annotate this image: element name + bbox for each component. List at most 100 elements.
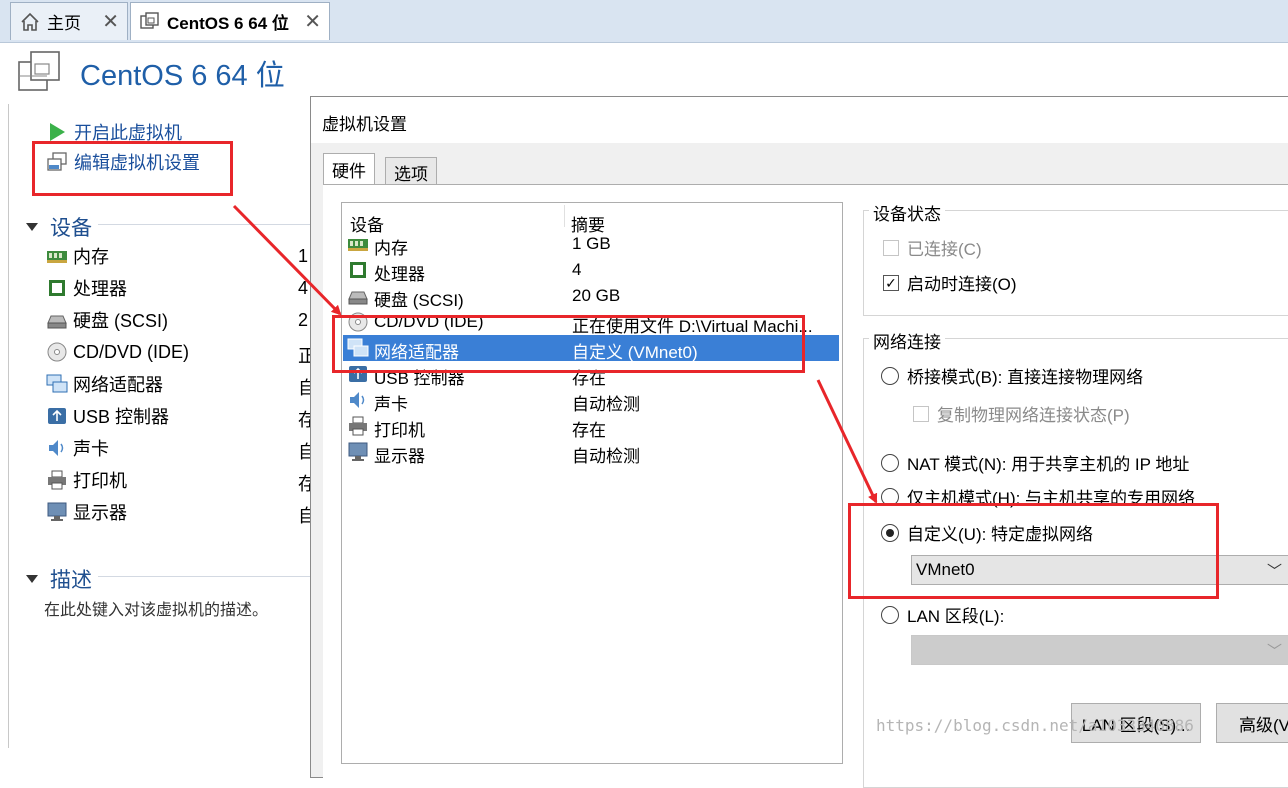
device-value: 1 xyxy=(298,246,309,266)
tab-hardware[interactable]: 硬件 xyxy=(323,153,375,185)
device-sound[interactable]: 声卡 xyxy=(46,435,109,461)
network-icon xyxy=(46,374,68,393)
vm-settings-dialog: 虚拟机设置 选项 硬件 设备 摘要 内存 1 GB 处理器 4 硬盘 (SCSI… xyxy=(310,96,1288,788)
radio-nat[interactable]: NAT 模式(N): 用于共享主机的 IP 地址 xyxy=(881,450,1189,475)
tab-options[interactable]: 选项 xyxy=(385,157,437,187)
row-summary: 存在 xyxy=(572,421,606,440)
device-value: 2 xyxy=(298,310,309,330)
cd-icon xyxy=(348,312,368,332)
tab-home[interactable]: 主页 ✕ xyxy=(10,2,128,40)
hdd-icon xyxy=(348,291,368,305)
device-cpu[interactable]: 处理器 xyxy=(46,275,127,301)
network-connection-title: 网络连接 xyxy=(869,328,945,353)
dialog-title: 虚拟机设置 xyxy=(322,115,407,134)
device-status-title: 设备状态 xyxy=(869,200,945,225)
device-list[interactable]: 设备 摘要 内存 1 GB 处理器 4 硬盘 (SCSI) 20 GB CD/D… xyxy=(341,202,843,764)
custom-network-select[interactable]: VMnet0 ﹀ xyxy=(911,555,1288,585)
device-name: 硬盘 (SCSI) xyxy=(73,311,169,331)
printer-icon xyxy=(349,416,367,436)
radio-circle xyxy=(881,487,899,506)
row-summary: 正在使用文件 D:\Virtual Machi... xyxy=(572,317,813,336)
device-network[interactable]: 网络适配器 xyxy=(46,371,163,397)
monitor-icon xyxy=(47,502,67,521)
devices-section-title: 设备 xyxy=(50,217,92,240)
device-name: USB 控制器 xyxy=(73,407,170,427)
cpu-icon xyxy=(49,280,65,296)
radio-dot xyxy=(886,528,894,537)
device-row-network[interactable]: 网络适配器 自定义 (VMnet0) xyxy=(343,335,839,362)
memory-icon xyxy=(348,239,368,251)
radio-bridged[interactable]: 桥接模式(B): 直接连接物理网络 xyxy=(881,363,1143,388)
row-name: 内存 xyxy=(374,239,408,258)
close-icon[interactable]: ✕ xyxy=(304,9,321,34)
bridged-label: 桥接模式(B): 直接连接物理网络 xyxy=(907,368,1144,387)
monitor-icon xyxy=(348,442,368,461)
lan-label: LAN 区段(L): xyxy=(907,607,1005,626)
radio-lan-segment[interactable]: LAN 区段(L): xyxy=(881,602,1004,627)
device-name: 显示器 xyxy=(73,503,127,523)
power-on-command[interactable]: 开启此虚拟机 xyxy=(46,119,182,145)
device-usb[interactable]: USB 控制器 xyxy=(46,403,169,429)
description-input[interactable]: 在此处键入对该虚拟机的描述。 xyxy=(44,596,268,620)
edit-settings-command[interactable]: 编辑虚拟机设置 xyxy=(46,149,200,175)
memory-icon xyxy=(47,251,67,263)
device-cdrom[interactable]: CD/DVD (IDE) xyxy=(46,339,189,365)
device-row-printer[interactable]: 打印机 存在 xyxy=(343,413,839,440)
connect-on-start-checkbox[interactable]: ✓ 启动时连接(O) xyxy=(883,270,1017,295)
device-row-usb[interactable]: USB 控制器 存在 xyxy=(343,361,839,388)
section-divider xyxy=(98,576,310,577)
collapse-triangle-icon xyxy=(26,223,38,231)
device-row-cpu[interactable]: 处理器 4 xyxy=(343,257,839,284)
device-memory[interactable]: 内存 xyxy=(46,243,109,269)
chevron-down-icon: ﹀ xyxy=(1266,643,1282,660)
device-row-display[interactable]: 显示器 自动检测 xyxy=(343,439,839,466)
row-summary: 存在 xyxy=(572,369,606,388)
connected-label: 已连接(C) xyxy=(907,240,982,259)
tab-centos[interactable]: CentOS 6 64 位 ✕ xyxy=(130,2,330,40)
row-name: USB 控制器 xyxy=(374,369,465,388)
speaker-icon xyxy=(350,392,365,408)
home-icon xyxy=(21,12,39,31)
speaker-icon xyxy=(49,440,64,456)
network-icon xyxy=(347,338,369,357)
advanced-button[interactable]: 高级(V xyxy=(1216,703,1288,743)
radio-custom[interactable]: 自定义(U): 特定虚拟网络 xyxy=(881,520,1093,545)
tab-hardware-label: 硬件 xyxy=(332,162,366,181)
custom-network-value: VMnet0 xyxy=(916,560,975,579)
close-icon[interactable]: ✕ xyxy=(102,9,119,34)
radio-circle xyxy=(881,605,899,624)
column-separator[interactable] xyxy=(564,205,565,227)
lan-segment-select[interactable]: ﹀ xyxy=(911,635,1288,665)
radio-circle xyxy=(881,453,899,472)
row-summary: 自定义 (VMnet0) xyxy=(572,343,698,362)
device-row-cdrom[interactable]: CD/DVD (IDE) 正在使用文件 D:\Virtual Machi... xyxy=(343,309,839,336)
device-name: 声卡 xyxy=(73,439,109,459)
device-row-hdd[interactable]: 硬盘 (SCSI) 20 GB xyxy=(343,283,839,310)
row-summary: 4 xyxy=(572,260,582,279)
device-hdd[interactable]: 硬盘 (SCSI) xyxy=(46,307,168,333)
device-row-sound[interactable]: 声卡 自动检测 xyxy=(343,387,839,414)
devices-section-header[interactable]: 设备 xyxy=(26,212,92,242)
vm-large-icon xyxy=(18,51,60,91)
row-name: 网络适配器 xyxy=(374,343,459,362)
row-summary: 自动检测 xyxy=(572,447,640,466)
tab-centos-label: CentOS 6 64 位 xyxy=(167,14,289,33)
vm-icon xyxy=(140,11,159,29)
replicate-state-checkbox[interactable]: 复制物理网络连接状态(P) xyxy=(913,401,1130,426)
hardware-page: 设备 摘要 内存 1 GB 处理器 4 硬盘 (SCSI) 20 GB CD/D… xyxy=(323,184,1288,788)
device-display[interactable]: 显示器 xyxy=(46,499,127,525)
device-name: 内存 xyxy=(73,247,109,267)
device-row-memory[interactable]: 内存 1 GB xyxy=(343,231,839,258)
description-section-header[interactable]: 描述 xyxy=(26,564,92,594)
printer-icon xyxy=(48,470,66,490)
device-printer[interactable]: 打印机 xyxy=(46,467,127,493)
device-name: 打印机 xyxy=(73,471,127,491)
checkbox-box xyxy=(913,405,929,422)
connected-checkbox[interactable]: 已连接(C) xyxy=(883,235,982,260)
custom-label: 自定义(U): 特定虚拟网络 xyxy=(907,525,1094,544)
radio-host-only[interactable]: 仅主机模式(H): 与主机共享的专用网络 xyxy=(881,484,1195,509)
tab-options-label: 选项 xyxy=(394,165,428,184)
page-title: CentOS 6 64 位 xyxy=(80,60,285,92)
device-name: CD/DVD (IDE) xyxy=(73,341,189,362)
tab-bar: 主页 ✕ CentOS 6 64 位 ✕ xyxy=(0,0,1288,43)
